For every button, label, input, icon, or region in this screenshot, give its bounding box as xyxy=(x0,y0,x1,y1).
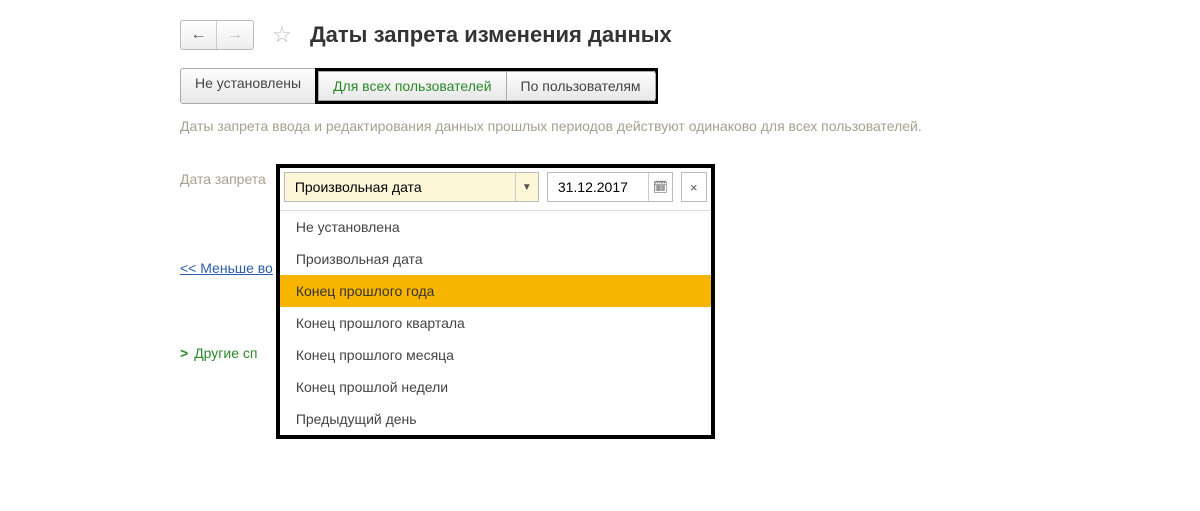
tabs-highlight-box: Для всех пользователей По пользователям xyxy=(315,68,657,104)
chevron-down-icon[interactable]: ▼ xyxy=(516,173,538,201)
description-text: Даты запрета ввода и редактирования данн… xyxy=(180,118,1200,134)
other-methods-label: Другие сп xyxy=(194,345,257,361)
dropdown-highlight-box: ▼ 🗓 × Не установлена Произвольная дата К… xyxy=(276,164,715,439)
nav-forward-button[interactable] xyxy=(217,21,253,49)
dropdown-item-end-last-month[interactable]: Конец прошлого месяца xyxy=(280,339,711,371)
form-row: Дата запрета ▼ 🗓 × Не установлена Произв… xyxy=(180,164,1200,439)
dropdown-item-not-set[interactable]: Не установлена xyxy=(280,211,711,243)
nav-buttons xyxy=(180,20,254,50)
calendar-icon[interactable]: 🗓 xyxy=(648,173,672,201)
less-options-link[interactable]: << Меньше во xyxy=(180,260,273,276)
dropdown-top-row: ▼ 🗓 × xyxy=(280,168,711,206)
clear-button[interactable]: × xyxy=(681,172,707,202)
tab-by-users[interactable]: По пользователям xyxy=(506,71,656,101)
dropdown-item-custom-date[interactable]: Произвольная дата xyxy=(280,243,711,275)
page-title: Даты запрета изменения данных xyxy=(310,22,672,48)
nav-back-button[interactable] xyxy=(181,21,217,49)
date-type-select[interactable]: ▼ xyxy=(284,172,539,202)
arrow-left-icon xyxy=(191,26,207,44)
dropdown-item-end-last-quarter[interactable]: Конец прошлого квартала xyxy=(280,307,711,339)
tab-not-set[interactable]: Не установлены xyxy=(180,68,316,104)
arrow-right-icon xyxy=(227,26,243,44)
date-restriction-label: Дата запрета xyxy=(180,171,266,187)
tab-all-users[interactable]: Для всех пользователей xyxy=(318,71,506,101)
dropdown-list: Не установлена Произвольная дата Конец п… xyxy=(280,210,711,435)
tabs-row: Не установлены Для всех пользователей По… xyxy=(180,68,1200,104)
date-input[interactable] xyxy=(548,173,648,201)
dropdown-item-end-last-week[interactable]: Конец прошлой недели xyxy=(280,371,711,403)
date-field-container: 🗓 xyxy=(547,172,673,202)
date-type-input[interactable] xyxy=(285,173,515,201)
dropdown-item-previous-day[interactable]: Предыдущий день xyxy=(280,403,711,435)
header-row: ☆ Даты запрета изменения данных xyxy=(0,0,1200,60)
dropdown-item-end-last-year[interactable]: Конец прошлого года xyxy=(280,275,711,307)
favorite-star-icon[interactable]: ☆ xyxy=(270,23,294,47)
other-methods-link[interactable]: Другие сп xyxy=(180,345,257,361)
